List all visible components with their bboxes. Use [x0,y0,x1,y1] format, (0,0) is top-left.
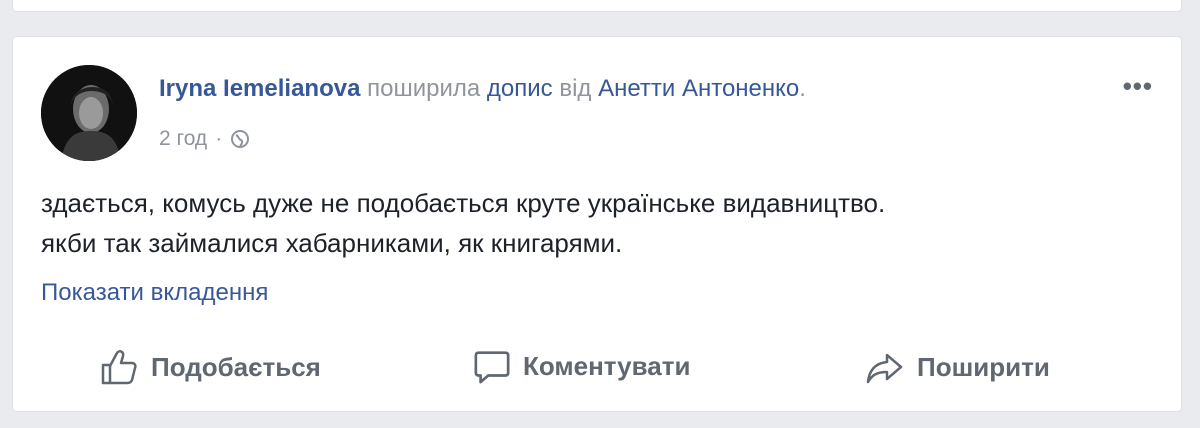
source-author-link[interactable]: Анетти Антоненко [598,75,799,102]
more-options-button[interactable]: ••• [1123,71,1153,102]
comment-button[interactable]: Коментувати [473,347,690,385]
avatar[interactable] [41,65,137,161]
share-label: Поширити [917,351,1050,382]
shared-text: поширила [367,75,481,102]
speech-bubble-icon [473,347,511,385]
previous-post-card [12,0,1182,12]
author-name-link[interactable]: Iryna Iemelianova [159,75,360,102]
post-link[interactable]: допис [487,75,553,102]
post-body-line: якби так займалися хабарниками, як книга… [41,228,623,258]
comment-label: Коментувати [523,350,691,381]
from-text: від [559,75,592,102]
header-period: . [799,75,806,102]
timestamp-link[interactable]: 2 год [159,127,207,151]
thumbs-up-icon [99,347,139,387]
globe-icon[interactable] [230,129,250,149]
post-header: Iryna Iemelianova поширила допис від Ане… [159,75,806,103]
share-arrow-icon [865,347,905,387]
post-meta: 2 год · [159,127,250,151]
like-label: Подобається [151,351,321,382]
meta-separator: · [215,127,223,150]
post-body: здається, комусь дуже не подобається кру… [41,183,1151,263]
like-button[interactable]: Подобається [99,347,321,387]
post-card: Iryna Iemelianova поширила допис від Ане… [12,36,1182,412]
share-button[interactable]: Поширити [865,347,1050,387]
show-attachment-link[interactable]: Показати вкладення [41,279,268,307]
post-body-line: здається, комусь дуже не подобається кру… [41,188,886,218]
post-actions-bar: Подобається Коментувати Поширити [13,337,1181,397]
